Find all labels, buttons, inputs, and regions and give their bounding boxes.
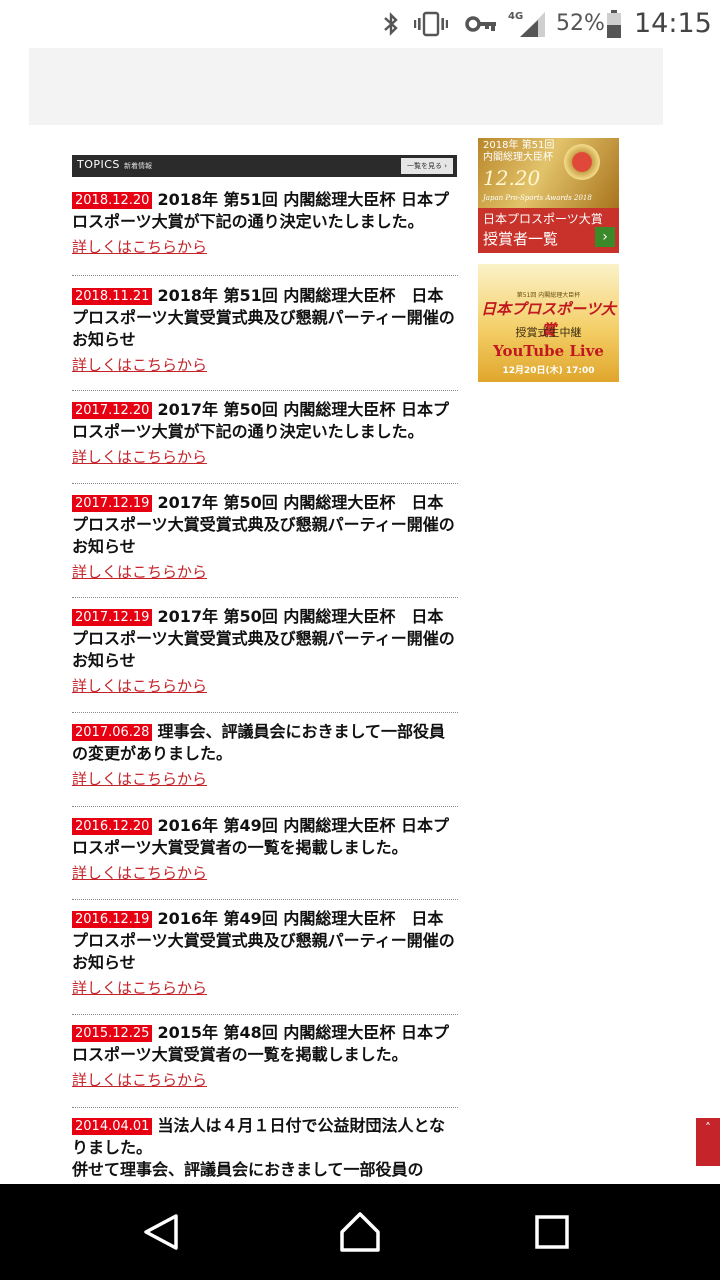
ad-area — [29, 48, 663, 125]
battery-percent: 52% — [556, 11, 605, 36]
topics-title: TOPICS — [77, 158, 120, 171]
details-link[interactable]: 詳しくはこちらから — [72, 769, 458, 789]
divider — [72, 597, 458, 598]
date-badge: 2017.12.20 — [72, 402, 153, 419]
divider — [72, 899, 458, 900]
home-icon — [340, 1212, 380, 1252]
live-banner-subtitle: 授賞式生中継 — [515, 326, 582, 339]
vibrate-icon — [414, 10, 448, 38]
network-type-text: 4G — [508, 11, 523, 22]
topics-subtitle: 新着情報 — [124, 162, 152, 170]
divider — [72, 483, 458, 484]
clock: 14:15 — [634, 8, 712, 39]
news-item: 2015.12.25 2015年 第48回 内閣総理大臣杯 日本プロスポーツ大賞受… — [72, 1022, 458, 1090]
news-item: 2018.12.20 2018年 第51回 内閣総理大臣杯 日本プロスポーツ大賞が… — [72, 189, 458, 257]
banner-line2: 内閣総理大臣杯 — [483, 152, 553, 163]
arrow-right-icon: › — [595, 227, 615, 247]
status-bar: 4G 52% 14:15 — [0, 0, 720, 48]
live-banner-youtube: YouTube Live — [493, 342, 604, 360]
awards-banner[interactable]: 2018年 第51回 内閣総理大臣杯 12.20 Japan Pro-Sports… — [478, 138, 619, 253]
date-badge: 2016.12.20 — [72, 818, 153, 835]
date-badge: 2015.12.25 — [72, 1025, 153, 1042]
bluetooth-icon — [380, 10, 402, 38]
details-link[interactable]: 詳しくはこちらから — [72, 676, 458, 696]
banner-caption1: 日本プロスポーツ大賞 — [483, 212, 603, 226]
live-banner-datetime: 12月20日(木) 17:00 — [502, 366, 595, 376]
divider — [72, 1014, 458, 1015]
news-item: 2018.11.21 2018年 第51回 内閣総理大臣杯 日本プロスポーツ大賞受… — [72, 285, 458, 375]
banner-date: 12.20 — [483, 166, 541, 190]
back-button[interactable] — [138, 1208, 186, 1256]
date-badge: 2017.12.19 — [72, 495, 153, 512]
banner-caption2: 授賞者一覧 — [483, 230, 559, 248]
scroll-to-top-button[interactable]: ˄ — [696, 1118, 720, 1166]
banner-line1: 2018年 第51回 — [483, 140, 555, 151]
news-title-continued: 併せて理事会、評議員会におきまして一部役員の — [72, 1160, 424, 1179]
home-button[interactable] — [336, 1208, 384, 1256]
medal-icon — [564, 144, 600, 180]
vpn-key-icon — [464, 10, 498, 38]
view-all-button[interactable]: 一覧を見る › — [401, 158, 453, 174]
news-item: 2017.06.28 理事会、評議員会におきまして一部役員の変更がありました。 詳… — [72, 721, 458, 789]
date-badge: 2017.12.19 — [72, 609, 153, 626]
news-item: 2017.12.19 2017年 第50回 内閣総理大臣杯 日本プロスポーツ大賞受… — [72, 606, 458, 696]
divider — [72, 806, 458, 807]
date-badge: 2018.12.20 — [72, 192, 153, 209]
details-link[interactable]: 詳しくはこちらから — [72, 562, 458, 582]
date-badge: 2014.04.01 — [72, 1118, 153, 1135]
battery-icon — [606, 10, 622, 38]
recent-apps-icon — [535, 1215, 569, 1249]
news-item: 2016.12.19 2016年 第49回 内閣総理大臣杯 日本プロスポーツ大賞受… — [72, 908, 458, 998]
divider — [72, 1107, 458, 1108]
date-badge: 2017.06.28 — [72, 724, 153, 741]
details-link[interactable]: 詳しくはこちらから — [72, 978, 458, 998]
divider — [72, 275, 458, 276]
recent-apps-button[interactable] — [528, 1208, 576, 1256]
topics-header: TOPICS 新着情報 一覧を見る › — [72, 155, 457, 177]
news-item: 2014.04.01 当法人は４月１日付で公益財団法人となりました。 併せて理事会… — [72, 1115, 458, 1181]
signal-icon: 4G — [508, 10, 548, 38]
divider — [72, 712, 458, 713]
details-link[interactable]: 詳しくはこちらから — [72, 355, 458, 375]
divider — [72, 390, 458, 391]
navigation-bar — [0, 1184, 720, 1280]
back-icon — [144, 1214, 178, 1250]
banner-english: Japan Pro-Sports Awards 2018 — [483, 194, 592, 202]
details-link[interactable]: 詳しくはこちらから — [72, 237, 458, 257]
date-badge: 2018.11.21 — [72, 288, 153, 305]
youtube-live-banner[interactable]: 第51回 内閣総理大臣杯 日本プロスポーツ大賞 授賞式生中継 YouTube L… — [478, 264, 619, 382]
news-item: 2017.12.19 2017年 第50回 内閣総理大臣杯 日本プロスポーツ大賞受… — [72, 492, 458, 582]
news-item: 2016.12.20 2016年 第49回 内閣総理大臣杯 日本プロスポーツ大賞受… — [72, 815, 458, 883]
date-badge: 2016.12.19 — [72, 911, 153, 928]
details-link[interactable]: 詳しくはこちらから — [72, 863, 458, 883]
details-link[interactable]: 詳しくはこちらから — [72, 447, 458, 467]
news-item: 2017.12.20 2017年 第50回 内閣総理大臣杯 日本プロスポーツ大賞が… — [72, 399, 458, 467]
details-link[interactable]: 詳しくはこちらから — [72, 1070, 458, 1090]
